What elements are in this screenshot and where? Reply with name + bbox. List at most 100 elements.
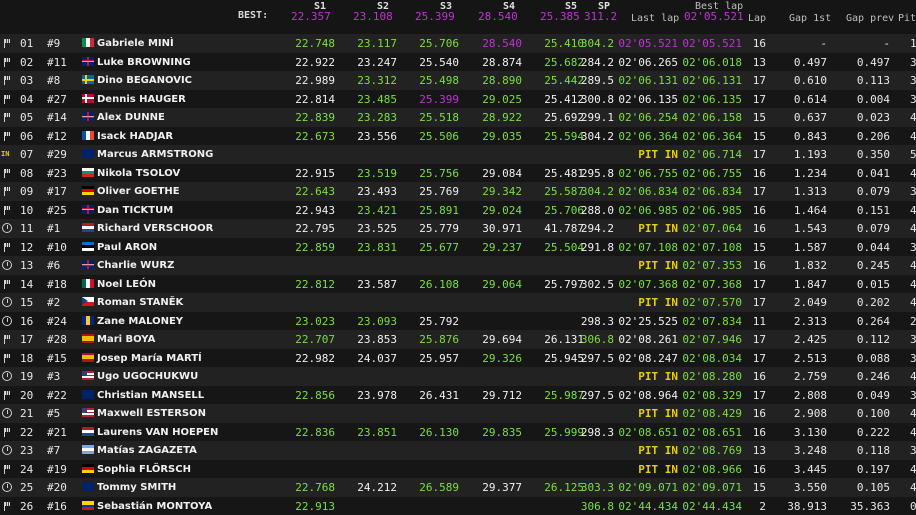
table-row[interactable]: 03#8Dino BEGANOVIC22.98923.31225.49828.8… [0, 71, 916, 90]
table-row[interactable]: 12#10Paul ARON22.85923.83125.67729.23725… [0, 238, 916, 257]
nationality-flag-icon [82, 316, 94, 325]
table-row[interactable]: 19#3Ugo UGOCHUKWUPIT IN02'08.280162.7590… [0, 367, 916, 386]
sector-4-time: 29.064 [482, 278, 522, 291]
chequered-flag-icon [3, 168, 11, 178]
sector-2-time: 23.493 [357, 185, 397, 198]
table-row[interactable]: 13#6Charlie WURZPIT IN02'07.353161.8320.… [0, 256, 916, 275]
table-row[interactable]: 05#14Alex DUNNE22.83923.28325.51828.9222… [0, 108, 916, 127]
car-number: #17 [47, 185, 67, 198]
best-s1: 22.357 [291, 10, 331, 23]
table-row[interactable]: 25#20Tommy SMITH22.76824.21226.58929.377… [0, 478, 916, 497]
driver-name: Tommy SMITH [97, 481, 176, 494]
gap-to-leader: 2.908 [794, 407, 827, 420]
car-number: #1 [47, 222, 60, 235]
lap-count: 15 [753, 481, 766, 494]
table-row[interactable]: 20#22Christian MANSELL22.85623.97826.431… [0, 386, 916, 405]
nationality-flag-icon [82, 501, 94, 510]
nationality-flag-icon [82, 75, 94, 84]
pit-count: 1 [910, 37, 916, 50]
table-row[interactable]: 26#16Sebastián MONTOYA22.913306.802'44.4… [0, 497, 916, 515]
col-gap-1st-header[interactable]: Gap 1st [789, 13, 831, 24]
pit-count: 3 [910, 185, 916, 198]
sector-1-time: 22.839 [295, 111, 335, 124]
position: 04 [20, 93, 33, 106]
table-row[interactable]: 23#7Matías ZAGAZETAPIT IN02'08.769133.24… [0, 441, 916, 460]
lap-count: 16 [753, 167, 766, 180]
chequered-flag-icon [3, 205, 11, 215]
gap-to-previous: 0.118 [857, 444, 890, 457]
sector-4-time: 29.835 [482, 426, 522, 439]
table-row[interactable]: 22#21Laurens VAN HOEPEN22.83623.85126.13… [0, 423, 916, 442]
speed-trap: 284.2 [581, 56, 614, 69]
table-row[interactable]: 15#2Roman STANĚKPIT IN02'07.570172.0490.… [0, 293, 916, 312]
chequered-flag-icon [3, 279, 11, 289]
lap-count: 17 [753, 93, 766, 106]
gap-to-previous: 0.245 [857, 259, 890, 272]
table-row[interactable]: 18#15Josep María MARTÍ22.98224.03725.957… [0, 349, 916, 368]
last-lap-time: 02'07.368 [618, 278, 678, 291]
last-lap-time: PIT IN [638, 259, 678, 272]
table-row[interactable]: IN07#29Marcus ARMSTRONGPIT IN02'06.71417… [0, 145, 916, 164]
table-row[interactable]: 09#17Oliver GOETHE22.64323.49325.76929.3… [0, 182, 916, 201]
gap-to-leader: 0.610 [794, 74, 827, 87]
col-pit-header[interactable]: Pit [898, 13, 916, 24]
table-row[interactable]: 24#19Sophia FLÖRSCHPIT IN02'08.966163.44… [0, 460, 916, 479]
table-row[interactable]: 17#28Mari BOYA22.70723.85325.87629.69426… [0, 330, 916, 349]
sector-5-time: 25.410 [544, 37, 584, 50]
lap-count: 15 [753, 111, 766, 124]
chequered-flag-icon [3, 501, 11, 511]
table-row[interactable]: 10#25Dan TICKTUM22.94323.42125.89129.024… [0, 201, 916, 220]
chequered-flag-icon [3, 242, 11, 252]
col-gap-prev-header[interactable]: Gap prev [846, 13, 894, 24]
sector-4-time: 28.890 [482, 74, 522, 87]
table-row[interactable]: 04#27Dennis HAUGER22.81423.48525.39929.0… [0, 90, 916, 109]
lap-count: 16 [753, 407, 766, 420]
pit-count: 3 [910, 93, 916, 106]
nationality-flag-icon [82, 334, 94, 343]
table-row[interactable]: 08#23Nikola TSOLOV22.91523.51925.75629.0… [0, 164, 916, 183]
col-last-lap-header[interactable]: Last lap [631, 13, 679, 24]
table-row[interactable]: 02#11Luke BROWNING22.92223.24725.54028.8… [0, 53, 916, 72]
sector-5-time: 41.787 [544, 222, 584, 235]
best-lap-time: 02'07.834 [682, 315, 742, 328]
best-lap-time: 02'07.108 [682, 241, 742, 254]
nationality-flag-icon [82, 57, 94, 66]
position: 17 [20, 333, 33, 346]
position: 24 [20, 463, 33, 476]
gap-to-previous: 0.264 [857, 315, 890, 328]
sector-3-time: 25.540 [419, 56, 459, 69]
car-number: #10 [47, 241, 67, 254]
table-row[interactable]: 11#1Richard VERSCHOOR22.79523.52525.7793… [0, 219, 916, 238]
gap-to-previous: 0.041 [857, 167, 890, 180]
table-row[interactable]: 01#9Gabriele MINÌ22.74823.11725.70628.54… [0, 34, 916, 53]
last-lap-time: 02'06.131 [618, 74, 678, 87]
speed-trap: 304.2 [581, 37, 614, 50]
table-row[interactable]: 06#12Isack HADJAR22.67323.55625.50629.03… [0, 127, 916, 146]
driver-name: Maxwell ESTERSON [97, 407, 206, 420]
speed-trap: 294.2 [581, 222, 614, 235]
last-lap-time: 02'25.525 [618, 315, 678, 328]
sector-1-time: 22.922 [295, 56, 335, 69]
clock-icon [2, 260, 12, 270]
car-number: #6 [47, 259, 60, 272]
sector-1-time: 22.707 [295, 333, 335, 346]
driver-name: Marcus ARMSTRONG [97, 148, 213, 161]
best-lap-time: 02'08.429 [682, 407, 742, 420]
gap-to-leader: 0.843 [794, 130, 827, 143]
gap-to-leader: 0.637 [794, 111, 827, 124]
position: 13 [20, 259, 33, 272]
table-row[interactable]: 21#5Maxwell ESTERSONPIT IN02'08.429162.9… [0, 404, 916, 423]
sector-4-time: 29.326 [482, 352, 522, 365]
chequered-flag-icon [3, 75, 11, 85]
sector-5-time: 26.131 [544, 333, 584, 346]
best-lap-time: 02'06.755 [682, 167, 742, 180]
driver-name: Matías ZAGAZETA [97, 444, 197, 457]
driver-name: Luke BROWNING [97, 56, 191, 69]
speed-trap: 295.8 [581, 167, 614, 180]
pit-count: 3 [910, 333, 916, 346]
table-row[interactable]: 16#24Zane MALONEY23.02323.09325.792298.3… [0, 312, 916, 331]
last-lap-time: PIT IN [638, 370, 678, 383]
col-lap-header[interactable]: Lap [748, 13, 766, 24]
sector-4-time: 28.874 [482, 56, 522, 69]
table-row[interactable]: 14#18Noel LEÓN22.81223.58726.10829.06425… [0, 275, 916, 294]
